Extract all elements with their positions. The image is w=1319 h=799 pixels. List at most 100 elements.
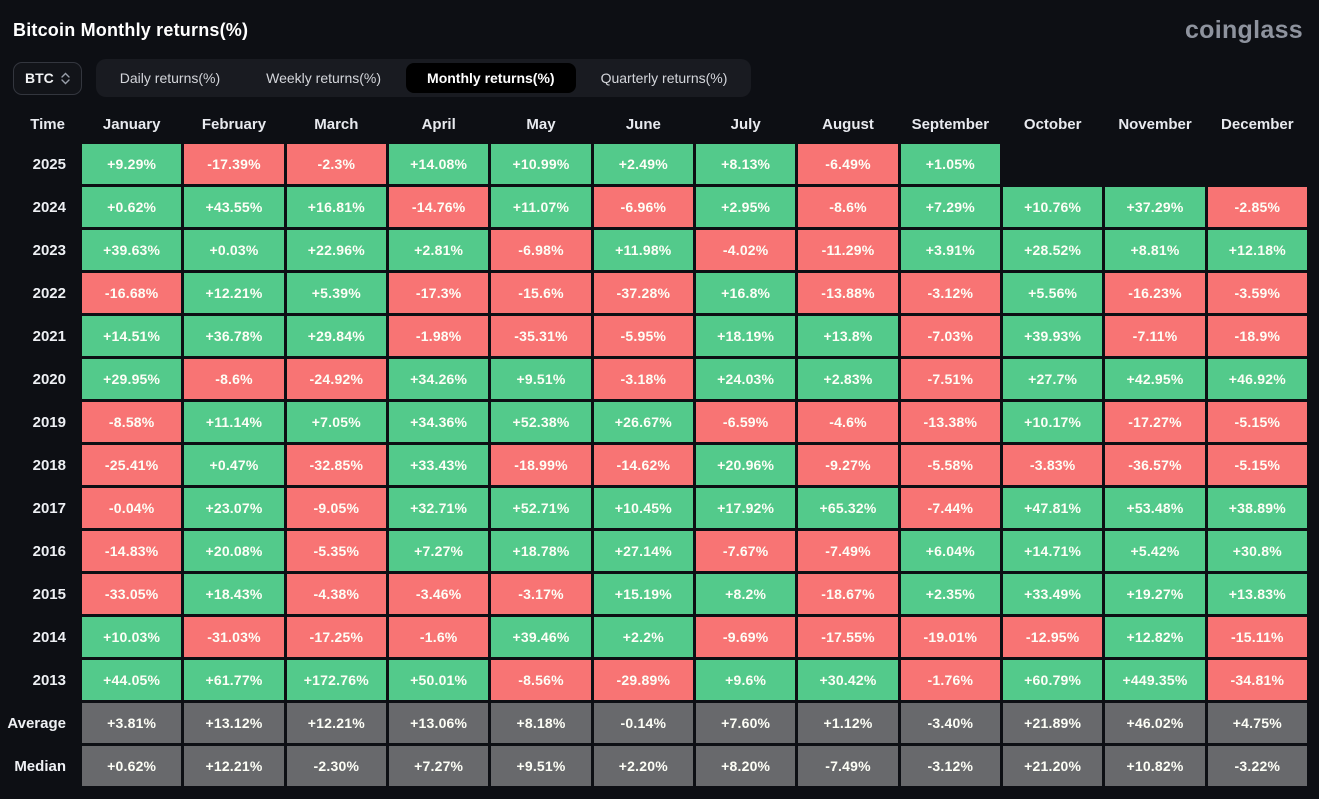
row-label-average: Average xyxy=(7,714,66,732)
month-header-may: May xyxy=(526,115,556,133)
return-cell: -18.99% xyxy=(491,445,591,485)
return-cell: -6.49% xyxy=(798,144,898,184)
return-cell: +6.04% xyxy=(900,531,1000,571)
return-cell: +32.71% xyxy=(389,488,489,528)
return-cell: +4.75% xyxy=(1207,703,1307,743)
tab-daily[interactable]: Daily returns(%) xyxy=(99,63,241,93)
month-header-march: March xyxy=(314,115,359,133)
controls-bar: BTC Daily returns(%) Weekly returns(%) Mon… xyxy=(13,59,1306,97)
return-cell: +5.42% xyxy=(1105,531,1205,571)
return-cell: -9.05% xyxy=(286,488,386,528)
return-cell: +449.35% xyxy=(1105,660,1205,700)
return-cell: -7.11% xyxy=(1105,316,1205,356)
return-cell: +30.8% xyxy=(1207,531,1307,571)
tab-weekly[interactable]: Weekly returns(%) xyxy=(245,63,402,93)
return-cell: +2.81% xyxy=(389,230,489,270)
return-cell: +8.20% xyxy=(696,746,796,786)
return-cell: -7.49% xyxy=(798,531,898,571)
empty-cell xyxy=(1208,144,1307,184)
return-cell: +5.56% xyxy=(1003,273,1103,313)
return-cell: +36.78% xyxy=(184,316,284,356)
return-cell: -31.03% xyxy=(184,617,284,657)
return-cell: -32.85% xyxy=(286,445,386,485)
return-cell: +7.27% xyxy=(389,746,489,786)
return-cell: +2.20% xyxy=(593,746,693,786)
return-cell: -7.49% xyxy=(798,746,898,786)
return-cell: +37.29% xyxy=(1105,187,1205,227)
return-cell: +0.62% xyxy=(82,746,182,786)
return-cell: +13.83% xyxy=(1207,574,1307,614)
return-cell: -1.98% xyxy=(389,316,489,356)
return-cell: +10.76% xyxy=(1003,187,1103,227)
return-cell: +38.89% xyxy=(1207,488,1307,528)
return-cell: -6.98% xyxy=(491,230,591,270)
tab-monthly[interactable]: Monthly returns(%) xyxy=(406,63,576,93)
tab-quarterly[interactable]: Quarterly returns(%) xyxy=(580,63,749,93)
month-header-january: January xyxy=(102,115,161,133)
return-cell: +12.18% xyxy=(1207,230,1307,270)
return-cell: +14.08% xyxy=(389,144,489,184)
return-cell: +29.84% xyxy=(286,316,386,356)
return-cell: +9.51% xyxy=(491,746,591,786)
return-cell: +30.42% xyxy=(798,660,898,700)
return-cell: +13.12% xyxy=(184,703,284,743)
page-title: Bitcoin Monthly returns(%) xyxy=(13,20,249,40)
return-cell: +3.91% xyxy=(900,230,1000,270)
return-cell: +19.27% xyxy=(1105,574,1205,614)
return-cell: -35.31% xyxy=(491,316,591,356)
row-label-2015: 2015 xyxy=(32,585,66,603)
return-cell: +13.8% xyxy=(798,316,898,356)
return-cell: +10.45% xyxy=(593,488,693,528)
month-header-june: June xyxy=(625,115,661,133)
return-cell: +27.14% xyxy=(593,531,693,571)
row-label-median: Median xyxy=(14,757,66,775)
return-cell: -3.83% xyxy=(1003,445,1103,485)
row-label-2023: 2023 xyxy=(32,241,66,259)
return-cell: -3.12% xyxy=(900,273,1000,313)
return-cell: -3.46% xyxy=(389,574,489,614)
month-header-april: April xyxy=(421,115,456,133)
month-header-september: September xyxy=(911,115,990,133)
return-cell: -3.22% xyxy=(1207,746,1307,786)
return-cell: -16.68% xyxy=(82,273,182,313)
updown-chevron-icon xyxy=(61,72,70,85)
return-cell: -5.95% xyxy=(593,316,693,356)
return-cell: -36.57% xyxy=(1105,445,1205,485)
return-cell: +0.62% xyxy=(82,187,182,227)
return-cell: +34.26% xyxy=(389,359,489,399)
return-cell: +61.77% xyxy=(184,660,284,700)
return-cell: +39.63% xyxy=(82,230,182,270)
return-cell: -8.6% xyxy=(184,359,284,399)
return-cell: +16.81% xyxy=(286,187,386,227)
row-label-2020: 2020 xyxy=(32,370,66,388)
return-cell: +0.03% xyxy=(184,230,284,270)
returns-table: Time January February March April May June July… xyxy=(0,107,1307,786)
return-cell: +42.95% xyxy=(1105,359,1205,399)
return-cell: +7.60% xyxy=(696,703,796,743)
return-cell: -4.02% xyxy=(696,230,796,270)
return-cell: -19.01% xyxy=(900,617,1000,657)
return-cell: +33.49% xyxy=(1003,574,1103,614)
row-label-2018: 2018 xyxy=(32,456,66,474)
return-cell: -1.76% xyxy=(900,660,1000,700)
return-cell: +60.79% xyxy=(1003,660,1103,700)
return-cell: +9.51% xyxy=(491,359,591,399)
return-cell: +39.93% xyxy=(1003,316,1103,356)
return-cell: -0.14% xyxy=(593,703,693,743)
symbol-select[interactable]: BTC xyxy=(13,61,82,95)
return-cell: -33.05% xyxy=(82,574,182,614)
return-cell: +65.32% xyxy=(798,488,898,528)
return-cell: -6.59% xyxy=(696,402,796,442)
month-header-october: October xyxy=(1023,115,1082,133)
return-cell: +2.95% xyxy=(696,187,796,227)
return-cell: +12.82% xyxy=(1105,617,1205,657)
return-cell: +24.03% xyxy=(696,359,796,399)
return-cell: +21.89% xyxy=(1003,703,1103,743)
return-cell: +46.02% xyxy=(1105,703,1205,743)
return-cell: +10.99% xyxy=(491,144,591,184)
return-cell: -2.30% xyxy=(286,746,386,786)
return-cell: +16.8% xyxy=(696,273,796,313)
return-cell: -7.51% xyxy=(900,359,1000,399)
top-bar: Bitcoin Monthly returns(%) coinglass xyxy=(0,0,1319,51)
return-cell: -4.38% xyxy=(286,574,386,614)
